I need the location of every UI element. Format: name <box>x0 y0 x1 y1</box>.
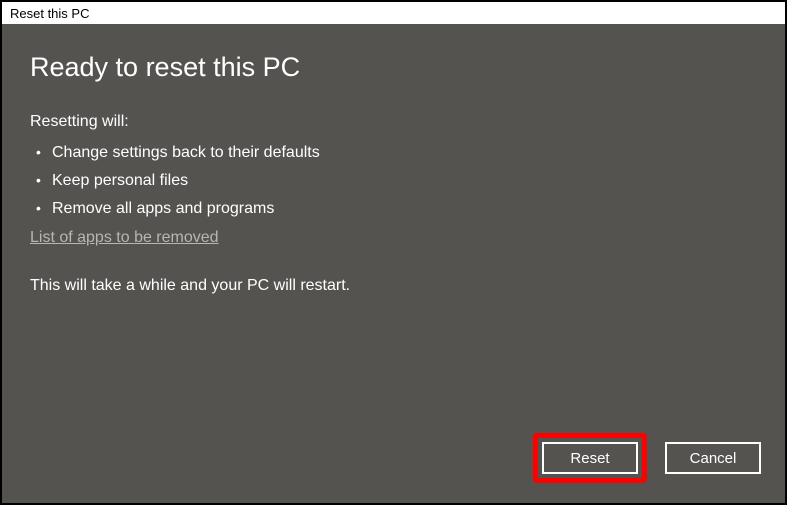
bullet-item: Remove all apps and programs <box>34 195 757 223</box>
bullet-item: Keep personal files <box>34 167 757 195</box>
button-row: Reset Cancel <box>533 433 761 483</box>
content-area: Ready to reset this PC Resetting will: C… <box>2 24 785 503</box>
titlebar: Reset this PC <box>2 2 785 24</box>
list-apps-link[interactable]: List of apps to be removed <box>30 229 757 247</box>
page-heading: Ready to reset this PC <box>30 52 757 83</box>
window-title: Reset this PC <box>10 6 89 21</box>
reset-highlight: Reset <box>533 433 647 483</box>
subheading: Resetting will: <box>30 113 757 131</box>
bullet-list: Change settings back to their defaults K… <box>30 139 757 223</box>
bullet-item: Change settings back to their defaults <box>34 139 757 167</box>
cancel-button[interactable]: Cancel <box>665 442 761 474</box>
reset-pc-window: Reset this PC Ready to reset this PC Res… <box>0 0 787 505</box>
restart-note: This will take a while and your PC will … <box>30 277 757 295</box>
reset-button[interactable]: Reset <box>542 442 638 474</box>
